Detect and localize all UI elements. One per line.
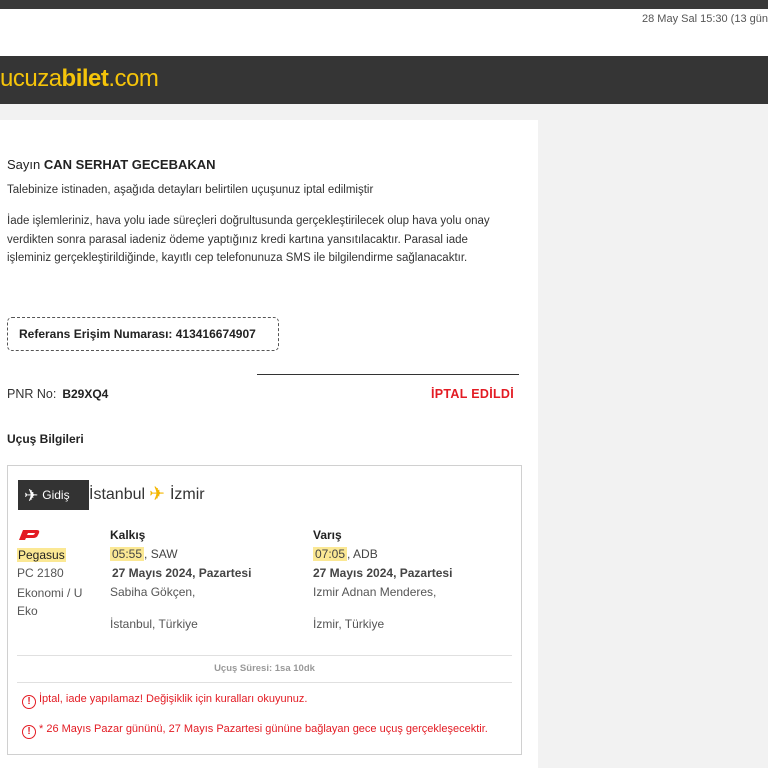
divider: [257, 374, 519, 375]
top-bar: [0, 0, 768, 9]
email-date: 28 May Sal 15:30 (13 gün: [642, 13, 768, 25]
status-badge: İPTAL EDİLDİ: [431, 387, 515, 401]
departure-airport: Sabiha Gökçen,: [110, 585, 196, 599]
airplane-arrow-icon: ✈: [149, 484, 165, 505]
airline-name: Pegasus: [17, 548, 66, 562]
divider: [17, 682, 512, 683]
cabin-class: Ekonomi / U Eko: [17, 586, 83, 618]
warning-rules[interactable]: ! İptal, iade yapılamaz! Değişiklik için …: [22, 693, 307, 709]
arrival-airport-code: , ADB: [347, 547, 378, 561]
flight-section-title: Uçuş Bilgileri: [7, 432, 84, 446]
departure-city: İstanbul, Türkiye: [110, 617, 198, 631]
departure-label: Kalkış: [110, 528, 146, 542]
refund-info: İade işlemleriniz, hava yolu iade süreçl…: [7, 215, 490, 264]
pnr-label: PNR No:: [7, 387, 57, 401]
pnr-value: B29XQ4: [62, 387, 109, 401]
logo-part-2: bilet: [61, 65, 109, 92]
departure-date: 27 Mayıs 2024, Pazartesi: [112, 566, 252, 580]
logo-part-1: ucuza: [0, 65, 62, 92]
airplane-icon: ✈: [24, 486, 39, 505]
route: İstanbul ✈ İzmir: [89, 483, 205, 506]
greeting-prefix: Sayın: [7, 157, 41, 172]
arrival-city: İzmir, Türkiye: [313, 617, 385, 631]
direction-label: Gidiş: [42, 488, 70, 502]
warning-overnight: ! * 26 Mayıs Pazar gününü, 27 Mayıs Pazar…: [22, 723, 488, 739]
flight-duration: Uçuş Süresi: 1sa 10dk: [214, 663, 315, 674]
pegasus-logo-icon: [19, 530, 40, 540]
warning-icon: !: [22, 725, 36, 739]
logo-part-3: .com: [108, 65, 159, 92]
arrival-time: 07:05: [313, 547, 348, 561]
greeting: Sayın CAN SERHAT GECEBAKAN: [7, 157, 216, 172]
direction-badge: ✈ Gidiş: [18, 480, 89, 510]
reference-number-box: Referans Erişim Numarası: 413416674907: [7, 317, 279, 351]
warning-text: İptal, iade yapılamaz! Değişiklik için k…: [39, 693, 308, 705]
customer-name: CAN SERHAT GECEBAKAN: [43, 157, 216, 172]
departure-time-row: 05:55, SAW: [110, 547, 178, 561]
warning-text: * 26 Mayıs Pazar gününü, 27 Mayıs Pazart…: [39, 723, 488, 735]
cancellation-notice: Talebinize istinaden, aşağıda detayları …: [7, 184, 374, 196]
from-city: İstanbul: [89, 486, 146, 503]
arrival-date: 27 Mayıs 2024, Pazartesi: [313, 566, 453, 580]
flight-number: PC 2180: [17, 566, 64, 580]
arrival-time-row: 07:05, ADB: [313, 547, 378, 561]
divider: [17, 655, 512, 656]
ucuzabilet-logo[interactable]: ucuzabilet.com: [0, 65, 159, 93]
arrival-label: Varış: [313, 528, 342, 542]
pnr-info: PNR No: B29XQ4: [7, 387, 108, 401]
warning-icon: !: [22, 695, 36, 709]
arrival-airport: Izmir Adnan Menderes,: [313, 585, 437, 599]
departure-time: 05:55: [110, 547, 145, 561]
departure-airport-code: , SAW: [144, 547, 178, 561]
brand-bar: ucuzabilet.com: [0, 56, 768, 104]
to-city: İzmir: [169, 486, 205, 503]
